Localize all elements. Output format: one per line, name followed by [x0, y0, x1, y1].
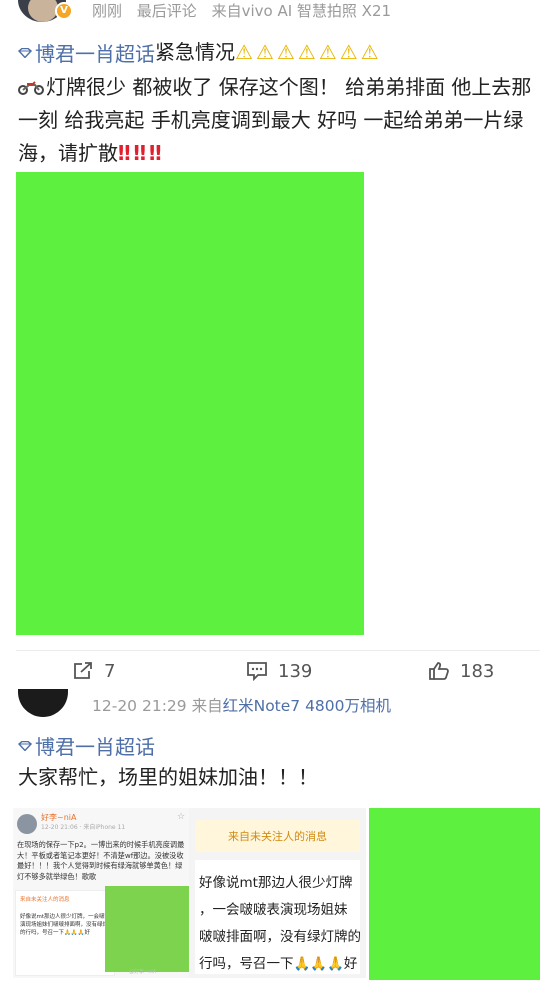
post-source[interactable]: 来自vivo AI 智慧拍照 X21	[212, 2, 391, 20]
post-source-prefix: 来自	[191, 697, 223, 715]
star-icon: ☆	[177, 812, 186, 822]
repost-count: 7	[104, 660, 116, 682]
post-body: 大家帮忙，场里的姐妹加油！！！	[18, 765, 318, 789]
comment-count: 139	[278, 660, 313, 682]
supertopic-link[interactable]: 博君一肖超话	[18, 733, 155, 761]
post-image[interactable]: 好李~niA 12-20 21:06 · 来自iPhone 11 ☆ 在现场的保…	[13, 808, 189, 978]
verified-badge-icon: V	[55, 2, 73, 20]
divider	[16, 650, 540, 651]
repost-button[interactable]: 7	[72, 658, 115, 684]
post-image[interactable]	[16, 172, 364, 635]
thumb-nested-text: 好像说mt那边人很少灯牌，一会啵啵表演现场姐妹们啵啵排面啊，没有绿灯牌的行吗，号…	[20, 914, 116, 936]
avatar[interactable]	[18, 689, 68, 717]
watermark: @好李~niA	[129, 969, 157, 975]
supertopic-label: 博君一肖超话	[35, 735, 155, 759]
post-text: 博君一肖超话 紧急情况⚠⚠⚠⚠⚠⚠⚠ 灯牌很少 都被收了 保存这个图！ 给弟弟排面…	[18, 36, 538, 170]
post-time: 刚刚	[92, 2, 123, 20]
post-image[interactable]: 来自未关注人的消息 好像说mt那边人很少灯牌 ，一会啵啵表演现场姐妹 啵啵排面啊…	[189, 808, 366, 978]
message-text: 好像说mt那边人很少灯牌 ，一会啵啵表演现场姐妹 啵啵排面啊，没有绿灯牌的 行吗…	[199, 870, 366, 978]
thumb-body: 在现场的保存一下p2。一博出来的时候手机亮度调最大！平板或者笔记本更好！不清楚w…	[17, 840, 185, 881]
avatar	[17, 814, 37, 834]
thumbs-up-icon	[429, 662, 449, 680]
message-card: 好像说mt那边人很少灯牌 ，一会啵啵表演现场姐妹 啵啵排面啊，没有绿灯牌的 行吗…	[195, 860, 361, 974]
supertopic-link[interactable]: 博君一肖超话	[18, 38, 155, 71]
message-line: 行吗，号召一下🙏🙏🙏好	[199, 956, 358, 972]
like-count: 183	[460, 660, 495, 682]
message-line: 啵啵排面啊，没有绿灯牌的	[199, 929, 361, 945]
thumb-time: 12-20 21:06 · 来自iPhone 11	[41, 824, 126, 831]
thumb-green-image	[105, 886, 189, 972]
message-line: ，一会啵啵表演现场姐妹	[199, 902, 348, 918]
post-image[interactable]	[369, 808, 540, 980]
message-header: 来自未关注人的消息	[195, 820, 360, 852]
message-title: 来自未关注人的消息	[228, 830, 327, 843]
supertopic-label: 博君一肖超话	[35, 41, 155, 66]
diamond-icon	[18, 741, 32, 751]
double-exclamation-icon: ‼ ‼ ‼	[118, 140, 162, 165]
warning-icon: ⚠⚠⚠⚠⚠⚠⚠	[235, 40, 382, 64]
comment-icon	[247, 662, 267, 681]
post-body: 灯牌很少 都被收了 保存这个图！ 给弟弟排面 他上去那一刻 给我亮起 手机亮度调…	[18, 74, 532, 165]
message-line: 好像说mt那边人很少灯牌	[199, 875, 353, 891]
post-meta: 12-20 21:29 来自红米Note7 4800万相机	[92, 694, 391, 716]
post-meta-label: 最后评论	[136, 2, 197, 20]
thumb-nested-card: 来自未关注人的消息 好像说mt那边人很少灯牌，一会啵啵表演现场姐妹们啵啵排面啊，…	[15, 890, 116, 976]
repost-icon	[74, 662, 92, 679]
motorcycle-icon	[18, 80, 44, 95]
comment-button[interactable]: 139	[246, 658, 312, 684]
diamond-icon	[18, 48, 32, 58]
post-time: 12-20 21:29	[92, 697, 187, 715]
like-button[interactable]: 183	[428, 658, 494, 684]
post-meta: 刚刚 最后评论 来自vivo AI 智慧拍照 X21	[92, 0, 401, 21]
thumb-nested-title: 来自未关注人的消息	[20, 897, 70, 903]
post-headline: 紧急情况	[155, 40, 235, 64]
post-source[interactable]: 红米Note7 4800万相机	[223, 697, 391, 715]
